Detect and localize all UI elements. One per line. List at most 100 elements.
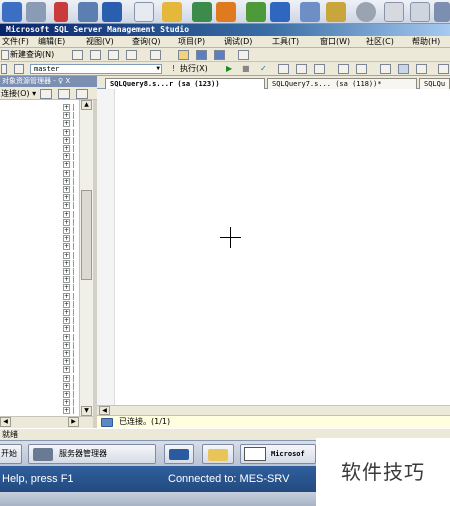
expand-icon[interactable]: + bbox=[63, 227, 70, 234]
query-editor[interactable] bbox=[115, 89, 450, 405]
menu-help[interactable]: 帮助(H) bbox=[412, 37, 440, 47]
expand-icon[interactable]: + bbox=[63, 243, 70, 251]
editor-scroll-left-icon[interactable]: ◀ bbox=[99, 406, 110, 415]
tree-node[interactable]: + bbox=[63, 235, 79, 243]
object-explorer-hscrollbar[interactable]: ◀ ▶ bbox=[0, 416, 93, 428]
server-icon[interactable] bbox=[26, 2, 46, 22]
tree-node[interactable]: + bbox=[63, 177, 79, 186]
filter-icon[interactable] bbox=[58, 89, 70, 99]
expand-icon[interactable]: + bbox=[63, 251, 70, 259]
expand-icon[interactable]: + bbox=[63, 366, 70, 374]
tree-node[interactable]: + bbox=[63, 202, 79, 210]
analysis-query-icon[interactable] bbox=[90, 50, 101, 60]
object-explorer-scrollbar[interactable]: ▲ ▼ bbox=[79, 100, 93, 416]
expand-icon[interactable]: + bbox=[63, 128, 70, 136]
tree-node[interactable]: + bbox=[63, 399, 79, 407]
expand-icon[interactable]: + bbox=[63, 169, 70, 177]
expand-icon[interactable]: + bbox=[63, 259, 70, 267]
tree-node[interactable]: + bbox=[63, 243, 79, 251]
tree-node[interactable]: + bbox=[63, 350, 79, 358]
expand-icon[interactable]: + bbox=[63, 177, 70, 185]
tree-node[interactable]: + bbox=[63, 284, 79, 292]
disc-icon[interactable] bbox=[356, 2, 376, 22]
tree-node[interactable]: + bbox=[63, 374, 79, 383]
tree-node[interactable]: + bbox=[63, 300, 79, 309]
client-stats-icon[interactable] bbox=[356, 64, 367, 74]
scroll-left-icon[interactable]: ◀ bbox=[0, 417, 11, 427]
query-options-icon[interactable] bbox=[296, 64, 307, 74]
tree-node[interactable]: + bbox=[63, 292, 79, 301]
expand-icon[interactable]: + bbox=[63, 136, 70, 144]
media-icon[interactable] bbox=[216, 2, 236, 22]
tree-node[interactable]: + bbox=[63, 325, 79, 333]
expand-icon[interactable]: + bbox=[63, 374, 70, 382]
tree-node[interactable]: + bbox=[63, 112, 79, 120]
expand-icon[interactable]: + bbox=[63, 276, 70, 284]
printer-icon[interactable] bbox=[384, 2, 404, 22]
shield-icon[interactable] bbox=[2, 2, 22, 22]
tree-node[interactable]: + bbox=[63, 128, 79, 137]
expand-icon[interactable]: + bbox=[63, 284, 70, 292]
tree-node[interactable]: + bbox=[63, 161, 79, 169]
scroll-up-icon[interactable]: ▲ bbox=[81, 100, 92, 110]
tree-node[interactable]: + bbox=[63, 251, 79, 260]
expand-icon[interactable]: + bbox=[63, 202, 70, 210]
expand-icon[interactable]: + bbox=[63, 399, 70, 407]
save-icon[interactable] bbox=[196, 50, 207, 60]
execute-button[interactable]: 执行(X) bbox=[180, 64, 208, 74]
tree-node[interactable]: + bbox=[63, 153, 79, 161]
search-icon[interactable] bbox=[410, 2, 430, 22]
scroll-down-icon[interactable]: ▼ bbox=[81, 406, 92, 416]
comment-icon[interactable] bbox=[438, 64, 449, 74]
intellisense-icon[interactable] bbox=[314, 64, 325, 74]
expand-icon[interactable]: + bbox=[63, 153, 70, 161]
tree-node[interactable]: + bbox=[63, 136, 79, 145]
expand-icon[interactable]: + bbox=[63, 325, 70, 333]
expand-icon[interactable]: + bbox=[63, 317, 70, 325]
dmx-query-icon[interactable] bbox=[126, 50, 137, 60]
tree-node[interactable]: + bbox=[63, 309, 79, 317]
tree-node[interactable]: + bbox=[63, 268, 79, 276]
menu-project[interactable]: 项目(P) bbox=[178, 37, 205, 47]
move-icon[interactable] bbox=[102, 2, 122, 22]
expand-icon[interactable]: + bbox=[63, 391, 70, 398]
tree-node[interactable]: + bbox=[63, 145, 79, 153]
include-plan-icon[interactable] bbox=[338, 64, 349, 74]
tree-node[interactable]: + bbox=[63, 120, 79, 128]
menu-tools[interactable]: 工具(T) bbox=[272, 37, 299, 47]
menu-window[interactable]: 窗口(W) bbox=[320, 37, 350, 47]
debug-icon[interactable]: ▶ bbox=[226, 64, 232, 74]
arrow-icon[interactable] bbox=[246, 2, 266, 22]
tree-node[interactable]: + bbox=[63, 104, 79, 112]
open-file-icon[interactable] bbox=[178, 50, 189, 60]
image-icon[interactable] bbox=[192, 2, 212, 22]
scrollbar-thumb[interactable] bbox=[81, 190, 92, 280]
expand-icon[interactable]: + bbox=[63, 358, 70, 366]
menu-file[interactable]: 文件(F) bbox=[2, 37, 29, 47]
connect-button[interactable]: 连接(O) ▾ bbox=[1, 89, 36, 99]
user-icon[interactable] bbox=[434, 2, 450, 22]
tree-node[interactable]: + bbox=[63, 341, 79, 350]
tree-node[interactable]: + bbox=[63, 366, 79, 374]
display-plan-icon[interactable] bbox=[278, 64, 289, 74]
tab-sqlquery8[interactable]: SQLQuery8.s...r (sa (123)) bbox=[105, 78, 265, 89]
mdx-query-icon[interactable] bbox=[108, 50, 119, 60]
expand-icon[interactable]: + bbox=[63, 292, 70, 300]
expand-icon[interactable]: + bbox=[63, 210, 70, 218]
results-to-text-icon[interactable] bbox=[380, 64, 391, 74]
expand-icon[interactable]: + bbox=[63, 161, 70, 169]
menu-debug[interactable]: 调试(D) bbox=[224, 37, 252, 47]
activity-monitor-icon[interactable] bbox=[238, 50, 249, 60]
tree-node[interactable]: + bbox=[63, 317, 79, 325]
xmla-query-icon[interactable] bbox=[150, 50, 161, 60]
scroll-right-icon[interactable]: ▶ bbox=[68, 417, 79, 427]
expand-icon[interactable]: + bbox=[63, 350, 70, 357]
save-all-icon[interactable] bbox=[214, 50, 225, 60]
monitor-icon[interactable] bbox=[78, 2, 98, 22]
start-button[interactable]: 开始 bbox=[0, 444, 22, 464]
parse-icon[interactable]: ✓ bbox=[260, 64, 267, 74]
expand-icon[interactable]: + bbox=[63, 407, 70, 415]
expand-icon[interactable]: + bbox=[63, 104, 70, 111]
expand-icon[interactable]: + bbox=[63, 120, 70, 128]
tree-node[interactable]: + bbox=[63, 186, 79, 194]
